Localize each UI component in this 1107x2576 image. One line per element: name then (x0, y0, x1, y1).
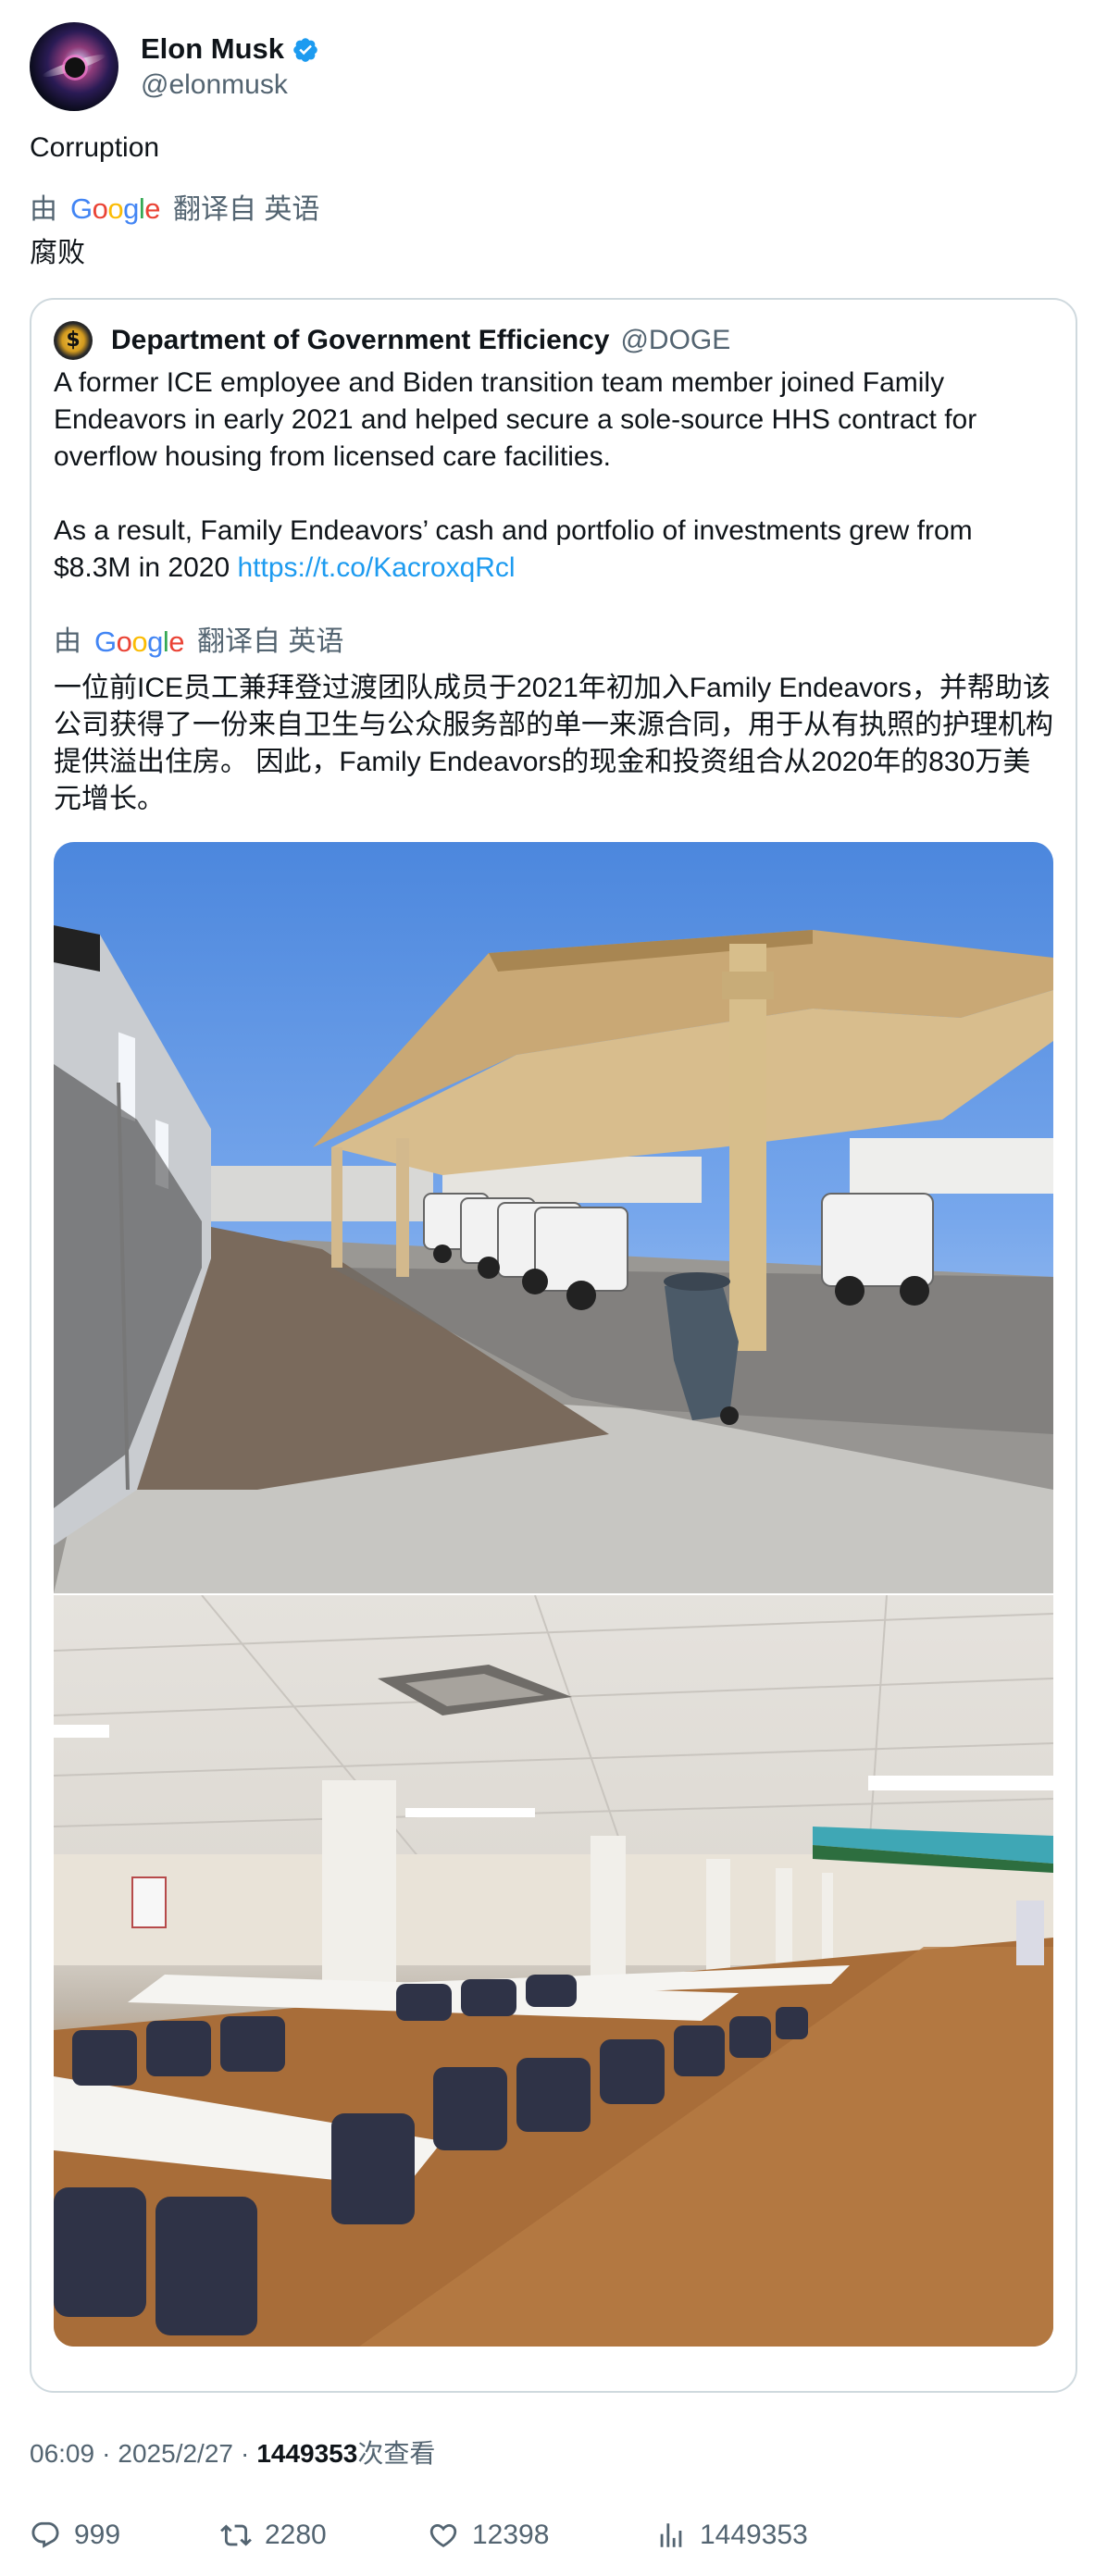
views-button[interactable]: 1449353 (655, 2513, 808, 2557)
tweet-time[interactable]: 06:09 (30, 2435, 94, 2472)
photo-outdoor-canopy[interactable] (54, 842, 1053, 1593)
quoted-author-handle[interactable]: @DOGE (620, 325, 730, 356)
verified-badge-icon (292, 36, 319, 64)
translate-attribution: 由 Google 翻译自 英语 (30, 191, 319, 228)
like-button[interactable]: 12398 (428, 2513, 549, 2557)
quoted-translate-by-label: 由 (54, 626, 81, 657)
google-logo: Google (94, 625, 185, 658)
quoted-tweet-media[interactable] (54, 842, 1053, 2347)
author-avatar[interactable] (30, 22, 118, 111)
tweet-text: Corruption (30, 132, 160, 163)
reply-button[interactable]: 999 (30, 2513, 120, 2557)
tweet-meta: 06:09 · 2025/2/27 · 1449353次查看 (30, 2435, 435, 2472)
google-logo: Google (70, 192, 161, 225)
translate-by-label: 由 (30, 193, 57, 225)
quoted-tweet-card[interactable]: Department of Government Efficiency @DOG… (30, 298, 1077, 2393)
tweet-translation: 腐败 (30, 238, 85, 268)
author-name-row: Elon Musk (141, 33, 319, 65)
meta-separator: · (102, 2439, 111, 2468)
tweet-actions: 999 2280 12398 1449353 (30, 2513, 1077, 2557)
photo-dining-hall[interactable] (54, 1595, 1053, 2347)
quoted-author-avatar[interactable] (54, 321, 93, 360)
tweet-page: Elon Musk @elonmusk Corruption 由 Google … (0, 0, 1107, 2576)
quoted-paragraph-1: A former ICE employee and Biden transiti… (54, 367, 977, 472)
like-count: 12398 (472, 2520, 550, 2550)
tweet-date[interactable]: 2025/2/27 (118, 2435, 233, 2472)
views-label: 次查看 (357, 2439, 436, 2468)
retweet-count: 2280 (265, 2520, 327, 2550)
reply-count: 999 (74, 2520, 121, 2550)
quoted-tweet-text: A former ICE employee and Biden transiti… (54, 365, 1053, 587)
meta-separator: · (240, 2439, 250, 2468)
quoted-translated-from-label[interactable]: 翻译自 英语 (197, 624, 343, 661)
author-handle[interactable]: @elonmusk (141, 69, 319, 100)
translated-from-label[interactable]: 翻译自 英语 (173, 192, 319, 228)
views-count: 1449353 (256, 2439, 358, 2468)
quoted-tweet-link[interactable]: https://t.co/KacroxqRcl (237, 552, 515, 583)
author-info: Elon Musk @elonmusk (141, 33, 319, 100)
quoted-paragraph-2: As a result, Family Endeavors’ cash and … (54, 513, 1053, 587)
retweet-icon (220, 2520, 252, 2551)
tweet-header: Elon Musk @elonmusk (30, 22, 1077, 111)
author-name[interactable]: Elon Musk (141, 33, 284, 65)
quoted-author-name[interactable]: Department of Government Efficiency (111, 325, 609, 356)
reply-icon (30, 2520, 61, 2551)
views-count-action: 1449353 (700, 2520, 808, 2550)
views-chart-icon (655, 2520, 687, 2551)
heart-icon (428, 2520, 459, 2551)
retweet-button[interactable]: 2280 (220, 2513, 327, 2557)
quoted-tweet-header: Department of Government Efficiency @DOG… (54, 320, 1053, 361)
quoted-tweet-translation: 一位前ICE员工兼拜登过渡团队成员于2021年初加入Family Endeavo… (54, 673, 1053, 814)
quoted-translate-attribution: 由 Google 翻译自 英语 (54, 624, 343, 661)
